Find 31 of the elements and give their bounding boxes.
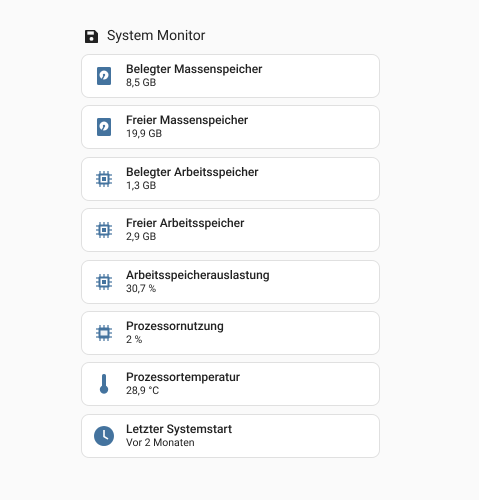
chip-icon [96, 324, 112, 341]
sensor-name: Prozessornutzung [126, 318, 224, 333]
sensor-name: Freier Arbeitsspeicher [126, 216, 244, 230]
sensor-value: 19,9 GB [126, 127, 164, 142]
sensor-card[interactable]: Prozessornutzung 2 % [81, 310, 380, 355]
sensor-card[interactable]: Belegter Massenspeicher 8,5 GB [81, 54, 380, 98]
clock-icon [94, 426, 114, 446]
sensor-name: Belegter Arbeitsspeicher [126, 164, 259, 179]
sensor-name: Freier Massenspeicher [126, 113, 248, 128]
sensor-name: Belegter Massenspeicher [126, 62, 262, 76]
chip-icon [96, 170, 112, 187]
sensor-card[interactable]: Freier Massenspeicher 19,9 GB [81, 105, 380, 150]
sensor-card[interactable]: Prozessortemperatur 28,9 °C [81, 362, 380, 406]
sensor-value: Vor 2 Monaten [126, 436, 195, 450]
thermometer-icon [99, 374, 109, 394]
sensor-name: Arbeitsspeicherauslastung [126, 268, 270, 282]
sensor-value: 1,3 GB [126, 178, 158, 193]
sensor-value: 2 % [126, 332, 144, 347]
sensor-name: Letzter Systemstart [126, 422, 232, 436]
sensor-value: 28,9 °C [126, 384, 160, 398]
sensor-value: 2,9 GB [126, 230, 158, 244]
chip-icon [96, 274, 112, 290]
chip-icon [96, 222, 112, 238]
sensor-card[interactable]: Belegter Arbeitsspeicher 1,3 GB [81, 156, 380, 201]
sensor-name: Prozessortemperatur [126, 370, 240, 384]
sensor-card[interactable]: Arbeitsspeicherauslastung 30,7 % [81, 260, 380, 304]
sensor-card[interactable]: Freier Arbeitsspeicher 2,9 GB [81, 208, 380, 252]
sensor-value: 8,5 GB [126, 76, 158, 90]
sensor-card[interactable]: Letzter Systemstart Vor 2 Monaten [81, 414, 380, 458]
section-title: System Monitor [107, 26, 206, 46]
sensor-value: 30,7 % [126, 282, 158, 296]
